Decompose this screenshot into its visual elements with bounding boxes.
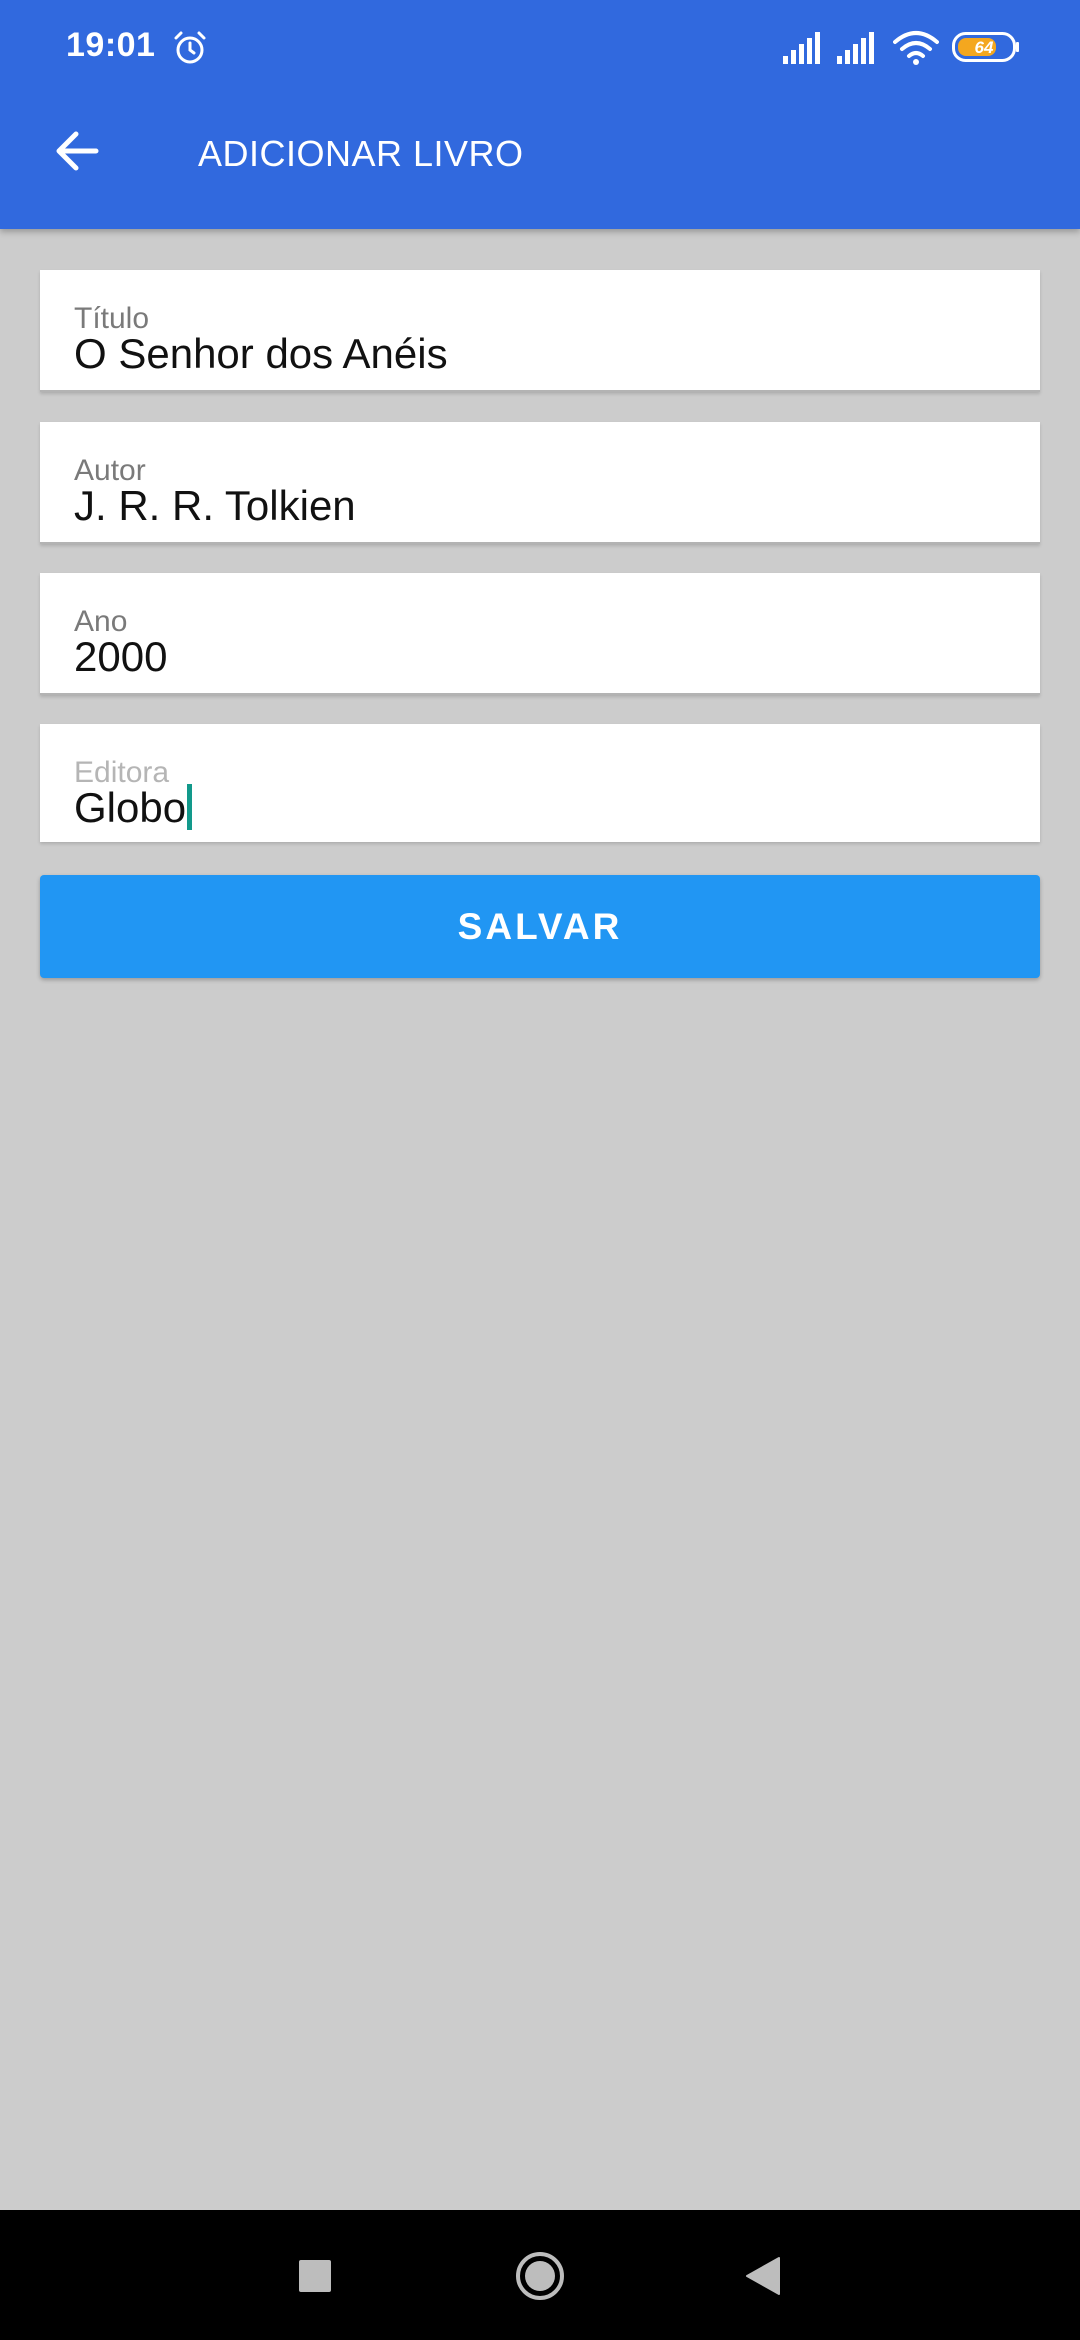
battery-level: 64 (975, 38, 994, 57)
author-field[interactable]: Autor J. R. R. Tolkien (40, 422, 1040, 544)
title-value[interactable]: O Senhor dos Anéis (74, 330, 448, 378)
page-title: ADICIONAR LIVRO (198, 133, 524, 174)
author-value[interactable]: J. R. R. Tolkien (74, 482, 356, 530)
back-button[interactable] (44, 118, 110, 184)
recents-icon[interactable] (299, 2260, 331, 2292)
field-underline (40, 390, 1040, 392)
publisher-value: Globo (74, 784, 187, 831)
navigation-bar (0, 2210, 1080, 2340)
year-field[interactable]: Ano 2000 (40, 573, 1040, 695)
app-bar: 19:01 64 ADICIONAR LIVRO (0, 0, 1080, 229)
battery-icon: 64 (952, 32, 1019, 62)
wifi-icon (893, 31, 939, 65)
back-icon[interactable] (743, 2256, 781, 2296)
title-field[interactable]: Título O Senhor dos Anéis (40, 270, 1040, 392)
field-underline (40, 693, 1040, 695)
year-value[interactable]: 2000 (74, 633, 167, 681)
publisher-field[interactable]: Editora Globo (40, 724, 1040, 842)
alarm-icon (174, 31, 206, 64)
status-time: 19:01 (66, 26, 156, 64)
text-cursor (187, 784, 193, 830)
signal-icon (783, 32, 820, 64)
publisher-input[interactable]: Globo (74, 784, 193, 832)
status-bar: 19:01 64 (0, 0, 1080, 96)
signal-icon (837, 32, 874, 64)
home-icon[interactable] (514, 2250, 566, 2302)
save-button[interactable]: SALVAR (40, 875, 1040, 978)
field-underline (40, 542, 1040, 544)
